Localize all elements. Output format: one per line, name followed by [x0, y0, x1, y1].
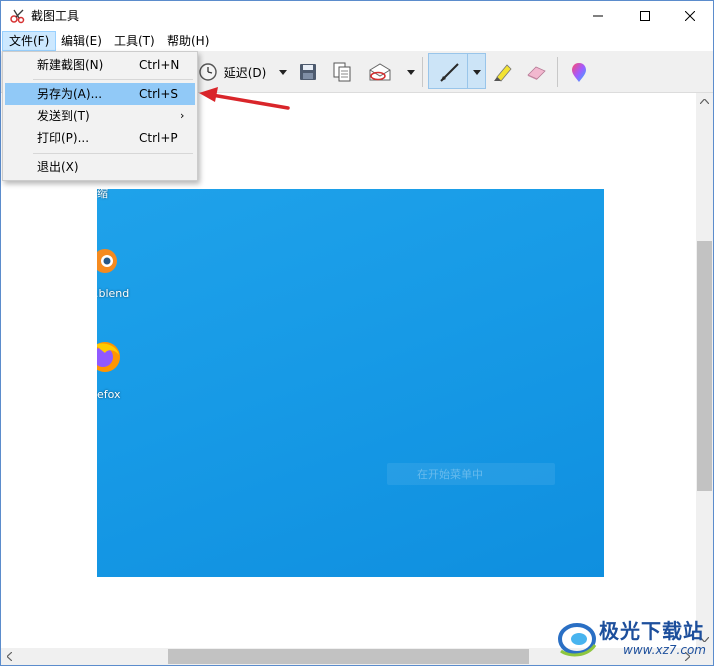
file-menu-dropdown: 新建截图(N) Ctrl+N 另存为(A)... Ctrl+S 发送到(T) ›… [2, 51, 198, 181]
menu-item-label: 另存为(A)... [37, 87, 103, 101]
save-icon[interactable] [297, 51, 319, 93]
menu-item-label: 退出(X) [37, 160, 79, 174]
desktop-icon-label: .blend [97, 287, 130, 300]
menu-item-send-to[interactable]: 发送到(T) › [5, 105, 195, 127]
menu-edit[interactable]: 编辑(E) [55, 31, 108, 51]
highlighter-icon[interactable] [489, 51, 515, 93]
minimize-icon [593, 15, 603, 17]
desktop-icon-label: efox [97, 388, 121, 401]
scroll-up-icon[interactable] [696, 93, 713, 110]
toolbar-separator [422, 57, 423, 87]
watermark-url: www.xz7.com [623, 643, 706, 657]
annotation-arrow-icon [199, 87, 290, 110]
blender-icon [97, 241, 121, 278]
maximize-button[interactable] [622, 1, 668, 31]
minimize-button[interactable] [575, 1, 621, 31]
menu-item-new-snip[interactable]: 新建截图(N) Ctrl+N [5, 54, 195, 76]
faint-taskbar-hint: 在开始菜单中 [387, 463, 555, 485]
menu-item-exit[interactable]: 退出(X) [5, 156, 195, 178]
watermark-title: 极光下载站 [599, 619, 704, 643]
watermark: 极光下载站 www.xz7.com [557, 613, 707, 663]
watermark-logo-icon [557, 615, 597, 662]
vertical-scrollbar[interactable] [696, 93, 713, 648]
close-icon [685, 11, 695, 21]
menu-item-save-as[interactable]: 另存为(A)... Ctrl+S [5, 83, 195, 105]
menu-item-print[interactable]: 打印(P)... Ctrl+P [5, 127, 195, 149]
menu-item-label: 打印(P)... [37, 131, 90, 145]
pen-divider [467, 53, 468, 89]
desktop-icon-label: 缩 [97, 189, 108, 200]
faint-hint-text: 在开始菜单中 [417, 468, 483, 481]
menu-item-shortcut: Ctrl+S [139, 87, 179, 101]
vertical-scroll-thumb[interactable] [697, 241, 712, 491]
delay-label: 延迟(D) [223, 65, 267, 80]
scissors-icon [10, 8, 26, 24]
submenu-arrow-icon: › [180, 109, 185, 122]
menu-item-label: 发送到(T) [37, 109, 90, 123]
snipping-tool-window: 截图工具 文件(F) 编辑(E) 工具(T) 帮助(H) 延迟(D) 缩 .bl… [0, 0, 714, 666]
menu-help[interactable]: 帮助(H) [161, 31, 215, 51]
maximize-icon [640, 11, 650, 21]
menu-tools[interactable]: 工具(T) [108, 31, 161, 51]
menu-item-shortcut: Ctrl+P [139, 131, 178, 145]
firefox-icon [97, 335, 123, 378]
send-dropdown-arrow-icon[interactable] [405, 51, 417, 93]
captured-screenshot: 缩 .blend efox 在开始菜单中 [97, 189, 604, 577]
send-email-icon[interactable] [367, 51, 393, 93]
menu-item-label: 新建截图(N) [37, 58, 104, 72]
horizontal-scroll-thumb[interactable] [168, 649, 529, 664]
toolbar-separator-2 [557, 57, 558, 87]
paint-3d-icon[interactable] [567, 51, 591, 93]
scroll-left-icon[interactable] [1, 648, 18, 665]
close-button[interactable] [667, 1, 713, 31]
pen-dropdown-arrow-icon[interactable] [471, 51, 483, 93]
copy-icon[interactable] [331, 51, 353, 93]
menu-separator [33, 79, 193, 80]
pen-icon[interactable] [435, 51, 465, 93]
menu-bar: 文件(F) 编辑(E) 工具(T) 帮助(H) [1, 31, 713, 51]
menu-item-shortcut: Ctrl+N [139, 58, 180, 72]
menu-separator [33, 153, 193, 154]
title-bar: 截图工具 [1, 1, 713, 31]
menu-file[interactable]: 文件(F) [2, 31, 57, 51]
window-title: 截图工具 [31, 9, 80, 23]
eraser-icon[interactable] [523, 51, 549, 93]
